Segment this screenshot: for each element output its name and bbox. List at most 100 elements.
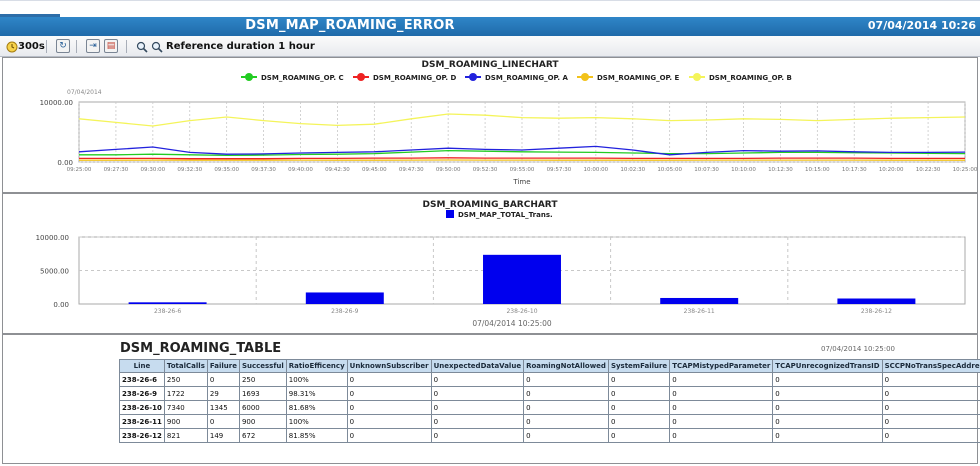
legend-swatch-marker	[469, 73, 477, 81]
table-cell: 0	[430, 372, 525, 387]
title-bar: DSM_MAP_ROAMING_ERROR 07/04/2014 10:26	[0, 17, 980, 36]
x-tick-label: 09:37:30	[251, 167, 276, 173]
x-tick-label: 10:15:00	[805, 167, 830, 173]
bar-chart: DSM_MAP_TOTAL_Trans. 10000.00 5000.00 0.00 2…	[36, 210, 966, 328]
toolbar-divider	[46, 40, 47, 53]
column-header: RatioEfficency	[285, 359, 348, 373]
column-header: TCAPUnrecognizedTransID	[772, 359, 883, 373]
app-window: DSM_MAP_ROAMING_ERROR 07/04/2014 10:26 3…	[0, 0, 980, 466]
table-cell: 0	[772, 428, 883, 443]
x-tick-label: 09:52:30	[473, 167, 498, 173]
x-tick-label: 238-26-10	[506, 308, 537, 315]
table-cell: 0	[772, 400, 883, 415]
table-cell: 0	[669, 400, 774, 415]
x-tick-label: 10:22:30	[916, 167, 941, 173]
table-header-row: Line TotalCalls Failure Successful RatioEffi…	[119, 359, 980, 373]
column-header: UnknownSubscriber	[346, 359, 432, 373]
bar	[128, 302, 207, 304]
table-cell: 0	[881, 428, 980, 443]
table-cell: 100%	[285, 372, 348, 387]
line-chart-date: 07/04/2014	[67, 89, 102, 96]
table-cell: 0	[607, 400, 671, 415]
table-cell: 0	[430, 428, 525, 443]
table-cell: 1722	[163, 386, 208, 401]
table-cell: 81.85%	[285, 428, 348, 443]
x-tick-label: 10:20:00	[879, 167, 904, 173]
y-tick-label: 0.00	[57, 159, 73, 167]
reload-button[interactable]: ↻	[56, 39, 70, 53]
x-tick-label: 10:17:30	[842, 167, 867, 173]
header-datetime: 07/04/2014 10:26	[867, 19, 976, 32]
line-chart: DSM_ROAMING_OP. C DSM_ROAMING_OP. D DSM_RO…	[40, 73, 977, 186]
table-cell: 0	[881, 372, 980, 387]
legend-swatch-marker	[245, 73, 253, 81]
y-tick-label: 5000.00	[40, 268, 69, 276]
toolbar: 300s ↻ ⇥ ▤ Reference duration 1 hour	[0, 36, 980, 57]
legend-label: DSM_ROAMING_OP. C	[261, 74, 344, 82]
table-cell: 0	[881, 414, 980, 429]
x-tick-label: 10:02:30	[620, 167, 645, 173]
table-cell: 6000	[238, 400, 287, 415]
x-tick-label: 10:12:30	[768, 167, 793, 173]
column-header: RoamingNotAllowed	[523, 359, 609, 373]
table-cell: 0	[206, 372, 240, 387]
zoom-in-icon	[136, 41, 148, 53]
legend-label: DSM_ROAMING_OP. E	[597, 74, 679, 82]
clock-refresh-icon	[6, 41, 18, 52]
pdf-button[interactable]: ▤	[104, 39, 118, 53]
table-cell: 0	[346, 428, 432, 443]
legend-swatch-marker	[581, 73, 589, 81]
x-tick-label: 09:27:30	[104, 167, 129, 173]
legend-swatch-marker	[357, 73, 365, 81]
table-row: 238-26-12 821 149 672 81.85% 0 0 0 0 0 0 0	[119, 428, 980, 443]
y-tick-label: 10000.00	[36, 234, 69, 242]
legend-label: DSM_ROAMING_OP. A	[485, 74, 568, 82]
zoom-out-icon	[151, 41, 163, 53]
x-tick-label: 09:50:00	[436, 167, 461, 173]
table-cell: 0	[346, 414, 432, 429]
pdf-icon: ▤	[106, 41, 116, 51]
zoom-in-button[interactable]	[136, 39, 148, 54]
column-header: UnexpectedDataValue	[430, 359, 525, 373]
refresh-interval-label: 300s	[18, 41, 45, 52]
x-tick-label: 238-26-11	[684, 308, 715, 315]
table-cell: 0	[430, 386, 525, 401]
table-date: 07/04/2014 10:25:00	[821, 345, 896, 353]
x-axis-label: 07/04/2014 10:25:00	[472, 319, 552, 328]
table-cell: 0	[669, 372, 774, 387]
table-cell: 1693	[238, 386, 287, 401]
column-header: SCCPNoTransSpecAddress	[881, 359, 980, 373]
legend-label: DSM_ROAMING_OP. D	[373, 74, 456, 82]
x-tick-label: 10:00:00	[583, 167, 608, 173]
x-tick-label: 09:42:30	[325, 167, 350, 173]
table-cell: 672	[238, 428, 287, 443]
x-tick-label: 238-26-9	[331, 308, 358, 315]
legend-swatch	[446, 210, 454, 218]
reference-duration-label: Reference duration 1 hour	[166, 41, 315, 52]
table-cell: 0	[669, 428, 774, 443]
table-title: DSM_ROAMING_TABLE	[120, 341, 282, 356]
zoom-reference-button[interactable]: Reference duration 1 hour	[151, 39, 315, 54]
x-tick-label: 10:25:00	[953, 167, 977, 173]
table-cell: 0	[772, 414, 883, 429]
column-header: TCAPMistypedParameter	[669, 359, 774, 373]
table-cell: 0	[430, 400, 525, 415]
x-tick-label: 09:25:00	[67, 167, 92, 173]
table-row: 238-26-6 250 0 250 100% 0 0 0 0 0 0 0	[119, 372, 980, 387]
legend-swatch-marker	[693, 73, 701, 81]
table-cell: 0	[523, 372, 609, 387]
column-header: TotalCalls	[163, 359, 208, 373]
column-header: Line	[119, 359, 165, 373]
table-cell: 0	[346, 372, 432, 387]
column-header: Successful	[238, 359, 287, 373]
table-cell: 250	[238, 372, 287, 387]
table-cell: 250	[163, 372, 208, 387]
refresh-interval-button[interactable]: 300s	[6, 39, 45, 54]
bar	[660, 297, 739, 304]
top-border	[0, 0, 980, 1]
table-cell: 0	[523, 428, 609, 443]
table-row: 238-26-11 900 0 900 100% 0 0 0 0 0 0 0	[119, 414, 980, 429]
table-panel: DSM_ROAMING_TABLE 07/04/2014 10:25:00 Li…	[2, 334, 980, 464]
export-button[interactable]: ⇥	[86, 39, 100, 53]
table-row: 238-26-9 1722 29 1693 98.31% 0 0 0 0 0 0 0	[119, 386, 980, 401]
